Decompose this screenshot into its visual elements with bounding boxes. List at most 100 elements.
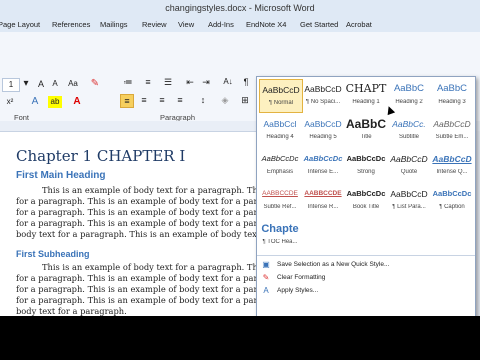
- sort-icon[interactable]: A↓: [222, 76, 234, 88]
- style-heading-3[interactable]: AaBbC Heading 3: [431, 79, 473, 111]
- style-name: Heading 5: [309, 134, 337, 140]
- style-preview: AaBbC: [393, 83, 425, 94]
- numbering-icon[interactable]: ≡: [142, 76, 154, 88]
- shading-icon[interactable]: ◈: [218, 94, 232, 106]
- grow-font-icon[interactable]: A: [34, 78, 48, 90]
- multilevel-list-icon[interactable]: ☰: [162, 76, 174, 88]
- style-preview: CHAPT: [345, 82, 387, 95]
- first-main-heading[interactable]: First Main Heading: [16, 170, 105, 181]
- text-effects-icon[interactable]: A: [28, 96, 42, 108]
- quick-styles-gallery: AaBbCcD ¶ Normal AaBbCcD ¶ No Spaci... C…: [256, 76, 476, 318]
- align-center-icon[interactable]: ≡: [138, 94, 150, 106]
- style-no-spacing[interactable]: AaBbCcD ¶ No Spaci...: [302, 79, 344, 111]
- bullets-icon[interactable]: ≔: [122, 76, 134, 88]
- style-toc-heading[interactable]: Chapte ¶ TOC Hea...: [259, 219, 301, 251]
- style-preview: Chapte: [261, 223, 299, 235]
- chapter-heading[interactable]: Chapter 1 CHAPTER I: [16, 147, 185, 165]
- first-subheading[interactable]: First Subheading: [16, 249, 90, 259]
- tab-view[interactable]: View: [178, 20, 194, 29]
- clear-formatting-icon[interactable]: ✎: [88, 78, 102, 90]
- chevron-down-icon[interactable]: ▾: [20, 78, 32, 90]
- tab-review[interactable]: Review: [142, 20, 167, 29]
- style-name: Subtitle: [398, 134, 419, 140]
- style-preview: AaBbCcDc: [432, 189, 472, 198]
- style-caption[interactable]: AaBbCcDc ¶ Caption: [431, 184, 473, 216]
- style-name: Intense E...: [307, 169, 339, 175]
- style-title[interactable]: AaBbC Title: [345, 114, 387, 146]
- tab-mailings[interactable]: Mailings: [100, 20, 128, 29]
- increase-indent-icon[interactable]: ⇥: [200, 76, 212, 88]
- style-preview: AaBbCcD: [433, 119, 471, 129]
- style-subtle-reference[interactable]: AABBCCDE Subtle Ref...: [259, 184, 301, 216]
- style-preview: AaBbCcDc: [346, 189, 386, 198]
- borders-icon[interactable]: ⊞: [238, 94, 252, 106]
- style-name: ¶ TOC Hea...: [262, 239, 298, 245]
- font-color-icon[interactable]: A: [70, 96, 84, 108]
- menu-label: Clear Formatting: [277, 274, 326, 281]
- decrease-indent-icon[interactable]: ⇤: [184, 76, 196, 88]
- body-line[interactable]: body text for a paragraph.: [16, 306, 127, 316]
- style-name: Subtle Ref...: [263, 204, 297, 210]
- style-name: ¶ Caption: [439, 204, 465, 210]
- change-case-icon[interactable]: Aa: [66, 78, 80, 90]
- style-preview: AaBbCcD: [262, 85, 300, 95]
- style-preview: AaBbC: [345, 117, 386, 131]
- style-preview: AaBbC: [436, 83, 468, 94]
- style-intense-reference[interactable]: AABBCCDE Intense R...: [302, 184, 344, 216]
- apply-styles-icon: A: [263, 286, 269, 295]
- letterbox-bottom: [0, 316, 480, 360]
- style-name: Heading 4: [266, 134, 294, 140]
- style-name: Subtle Em...: [435, 134, 469, 140]
- style-preview: AABBCCDE: [262, 190, 298, 197]
- shrink-font-icon[interactable]: A: [48, 78, 62, 90]
- style-preview: AaBbCcDc: [303, 154, 343, 163]
- style-heading-4[interactable]: AaBbCcl Heading 4: [259, 114, 301, 146]
- tab-get-started[interactable]: Get Started: [300, 20, 338, 29]
- style-intense-quote[interactable]: AaBbCcD Intense Q...: [431, 149, 473, 181]
- menu-divider: [257, 255, 475, 256]
- title-bar: changingstyles.docx - Microsoft Word: [0, 0, 480, 18]
- style-emphasis[interactable]: AaBbCcDc Emphasis: [259, 149, 301, 181]
- style-name: Heading 3: [438, 99, 466, 105]
- font-size-box[interactable]: 1: [2, 78, 20, 92]
- tab-references[interactable]: References: [52, 20, 90, 29]
- style-intense-emphasis[interactable]: AaBbCcDc Intense E...: [302, 149, 344, 181]
- apply-styles-item[interactable]: A Apply Styles...: [257, 285, 475, 297]
- style-name: Heading 2: [395, 99, 423, 105]
- style-subtle-emphasis[interactable]: AaBbCcD Subtle Em...: [431, 114, 473, 146]
- word-window: changingstyles.docx - Microsoft Word Pag…: [0, 0, 480, 360]
- style-preview: AaBbCcDc: [261, 154, 299, 163]
- tab-acrobat[interactable]: Acrobat: [346, 20, 372, 29]
- style-list-paragraph[interactable]: AaBbCcD ¶ List Para...: [388, 184, 430, 216]
- style-name: Heading 1: [352, 99, 380, 105]
- tab-page-layout[interactable]: Page Layout: [0, 20, 40, 29]
- subscript-icon[interactable]: x²: [4, 96, 16, 108]
- align-left-icon[interactable]: ≡: [120, 94, 134, 108]
- style-preview: AABBCCDE: [304, 190, 342, 197]
- style-quote[interactable]: AaBbCcD Quote: [388, 149, 430, 181]
- style-heading-5[interactable]: AaBbCcD Heading 5: [302, 114, 344, 146]
- style-preview: AaBbCc.: [392, 119, 426, 129]
- style-preview: AaBbCcD: [304, 119, 342, 129]
- style-name: ¶ No Spaci...: [305, 99, 341, 105]
- menu-label: Apply Styles...: [277, 287, 319, 294]
- save-quick-style-item[interactable]: ▣ Save Selection as a New Quick Style...: [257, 259, 475, 271]
- style-strong[interactable]: AaBbCcDc Strong: [345, 149, 387, 181]
- highlight-icon[interactable]: ab: [48, 96, 62, 108]
- clear-formatting-item[interactable]: ✎ Clear Formatting: [257, 272, 475, 284]
- style-book-title[interactable]: AaBbCcDc Book Title: [345, 184, 387, 216]
- justify-icon[interactable]: ≡: [174, 94, 186, 106]
- style-preview: AaBbCcD: [304, 84, 342, 94]
- style-name: Emphasis: [266, 169, 294, 175]
- style-subtitle[interactable]: AaBbCc. Subtitle: [388, 114, 430, 146]
- style-heading-2[interactable]: AaBbC Heading 2: [388, 79, 430, 111]
- align-right-icon[interactable]: ≡: [156, 94, 168, 106]
- style-normal[interactable]: AaBbCcD ¶ Normal: [259, 79, 303, 113]
- style-preview: AaBbCcD: [390, 154, 428, 164]
- line-spacing-icon[interactable]: ↕: [196, 94, 210, 106]
- clear-formatting-icon: ✎: [262, 273, 270, 282]
- tab-add-ins[interactable]: Add-Ins: [208, 20, 234, 29]
- show-marks-icon[interactable]: ¶: [240, 76, 252, 88]
- tab-endnote[interactable]: EndNote X4: [246, 20, 286, 29]
- style-heading-1[interactable]: CHAPT Heading 1: [345, 79, 387, 111]
